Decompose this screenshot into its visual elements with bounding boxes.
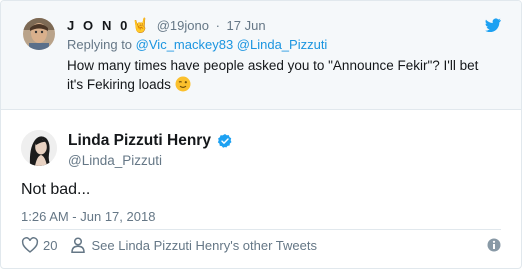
info-icon[interactable] bbox=[487, 238, 501, 252]
parent-text-line-2: it's Fekiring loads bbox=[67, 77, 171, 92]
author-name-row[interactable]: Linda Pizzuti Henry bbox=[68, 132, 233, 150]
twitter-bird-icon[interactable] bbox=[485, 18, 501, 33]
parent-header: J O N 0 🤘 @19jono · 17 Jun bbox=[67, 17, 266, 34]
tweet-timestamp[interactable]: 1:26 AM - Jun 17, 2018 bbox=[21, 209, 155, 224]
person-icon[interactable] bbox=[69, 236, 87, 254]
winking-face-icon bbox=[175, 76, 191, 97]
divider bbox=[21, 229, 501, 230]
tweet-text: Not bad... bbox=[21, 181, 91, 198]
tweet-actions: 20 See Linda Pizzuti Henry's other Tweet… bbox=[21, 236, 317, 254]
embedded-tweet-card: J O N 0 🤘 @19jono · 17 Jun Replying to @… bbox=[0, 0, 522, 269]
author-name[interactable]: Linda Pizzuti Henry bbox=[68, 132, 211, 150]
parent-author-handle[interactable]: @19jono bbox=[157, 18, 209, 33]
verified-badge-icon bbox=[217, 134, 232, 148]
parent-date[interactable]: 17 Jun bbox=[227, 18, 266, 33]
heart-icon[interactable] bbox=[21, 236, 39, 254]
like-count[interactable]: 20 bbox=[43, 238, 57, 253]
parent-tweet-text: How many times have people asked you to … bbox=[67, 56, 497, 97]
separator-dot: · bbox=[215, 18, 220, 33]
reply-mention-link[interactable]: @Vic_mackey83 bbox=[136, 37, 234, 52]
replying-prefix: Replying to bbox=[67, 37, 133, 52]
parent-avatar[interactable] bbox=[23, 18, 55, 50]
author-avatar[interactable] bbox=[21, 130, 57, 166]
sign-of-the-horns-icon: 🤘 bbox=[131, 17, 150, 33]
reply-mention-link[interactable]: @Linda_Pizzuti bbox=[237, 37, 328, 52]
author-handle[interactable]: @Linda_Pizzuti bbox=[68, 153, 162, 168]
parent-author-name[interactable]: J O N 0 bbox=[67, 18, 130, 33]
parent-text-line-1: How many times have people asked you to … bbox=[67, 58, 479, 73]
see-other-tweets-link[interactable]: See Linda Pizzuti Henry's other Tweets bbox=[91, 238, 317, 253]
parent-tweet[interactable]: J O N 0 🤘 @19jono · 17 Jun Replying to @… bbox=[1, 1, 521, 110]
replying-to-line: Replying to @Vic_mackey83 @Linda_Pizzuti bbox=[67, 37, 327, 52]
